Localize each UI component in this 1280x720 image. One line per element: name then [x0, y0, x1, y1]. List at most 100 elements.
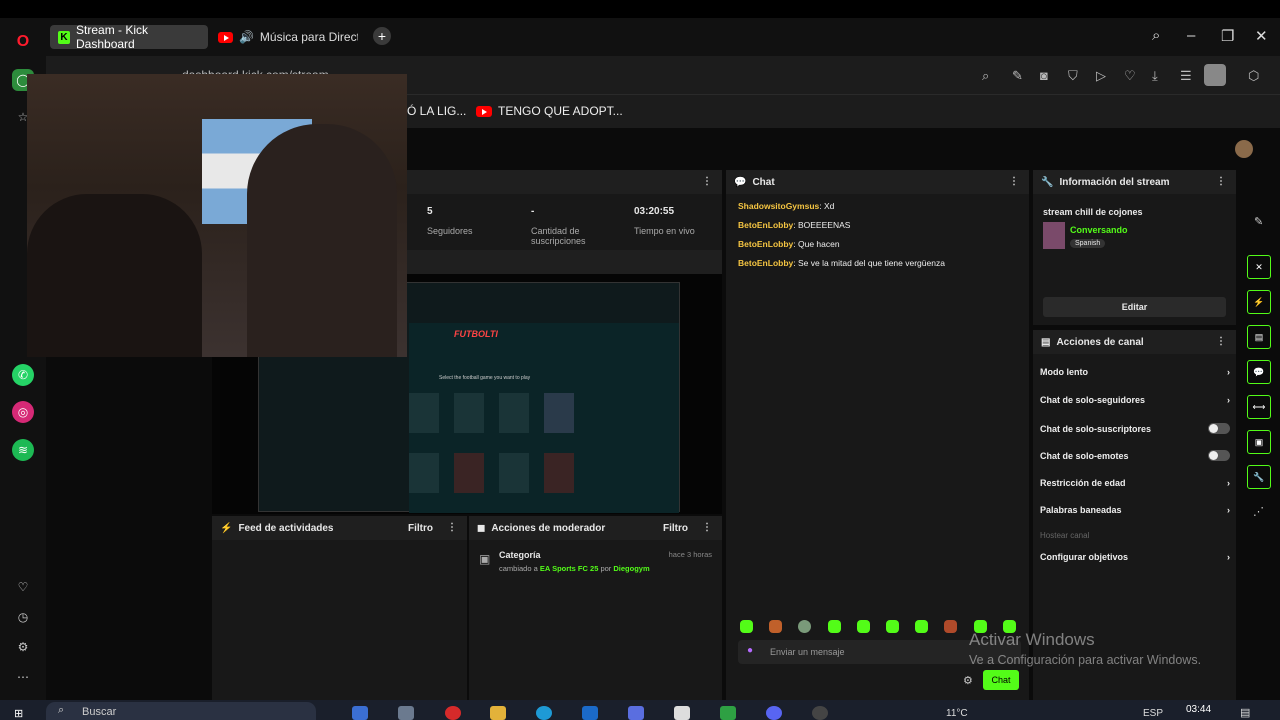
more-icon[interactable]: ⋯ [12, 666, 34, 688]
live-time-label: Tiempo en vivo [634, 226, 695, 236]
bolt-icon: ⚡ [220, 522, 233, 534]
close-button[interactable]: ✕ [1255, 27, 1268, 45]
wrench-icon: 🔧 [1041, 176, 1054, 188]
game-prompt: Select the football game you want to pla… [439, 375, 531, 381]
more-options-icon[interactable]: ⋮ [702, 522, 712, 533]
emote-icon[interactable] [944, 620, 957, 633]
user-avatar[interactable] [1235, 140, 1253, 158]
download-icon[interactable]: ⤓ [1152, 68, 1158, 84]
rail-button[interactable]: ▣ [1247, 430, 1271, 454]
filter-button[interactable]: Filtro [408, 523, 433, 534]
chevron-right-icon: › [1227, 367, 1230, 377]
clock[interactable]: 03:44 [1186, 704, 1211, 715]
rail-button[interactable]: ⚡ [1247, 290, 1271, 314]
banned-words-row[interactable]: Palabras baneadas › [1040, 505, 1230, 515]
opera-logo-icon[interactable]: O [12, 31, 34, 53]
pencil-icon[interactable]: ✎ [1254, 215, 1263, 228]
emote-icon[interactable] [798, 620, 811, 633]
emote-icon[interactable] [857, 620, 870, 633]
tab-youtube-music[interactable]: 🔊Música para Directo S [210, 25, 366, 49]
taskbar-app-icon[interactable] [398, 706, 414, 720]
play-card[interactable] [499, 453, 529, 493]
age-restriction-row[interactable]: Restricción de edad › [1040, 478, 1230, 488]
rail-button[interactable]: 💬 [1247, 360, 1271, 384]
cube-icon[interactable]: ⬡ [1248, 68, 1259, 84]
taskbar-app-icon[interactable] [812, 706, 828, 720]
opera-taskbar-icon[interactable] [445, 706, 461, 720]
emote-icon[interactable] [886, 620, 899, 633]
file-explorer-icon[interactable] [490, 706, 506, 720]
emote-icon[interactable] [740, 620, 753, 633]
minimize-button[interactable]: – [1187, 27, 1195, 44]
profile-avatar[interactable] [1204, 64, 1226, 86]
emote-icon[interactable] [769, 620, 782, 633]
stream-title: stream chill de cojones [1043, 207, 1143, 217]
menu-icon[interactable]: ☰ [1180, 68, 1192, 84]
edit-icon[interactable]: ✎ [1012, 68, 1023, 84]
filter-button[interactable]: Filtro [663, 523, 688, 534]
more-options-icon[interactable]: ⋮ [1216, 336, 1226, 347]
subs-only-toggle[interactable] [1208, 423, 1230, 434]
play-icon[interactable]: ▷ [1096, 68, 1106, 84]
instagram-icon[interactable]: ◎ [12, 401, 34, 423]
rail-button[interactable]: ▤ [1247, 325, 1271, 349]
windows-start-icon[interactable]: ⊞ [14, 707, 23, 720]
notifications-icon[interactable]: ▤ [1240, 706, 1250, 719]
taskbar-app-icon[interactable] [628, 706, 644, 720]
emote-icon[interactable] [828, 620, 841, 633]
more-options-icon[interactable]: ⋮ [447, 522, 457, 533]
chat-bubble-icon: 💬 [734, 176, 747, 188]
emotes-only-toggle[interactable] [1208, 450, 1230, 461]
slow-mode-row[interactable]: Modo lento › [1040, 367, 1230, 377]
heart-icon[interactable]: ♡ [12, 576, 34, 598]
mic-icon: ● [747, 645, 754, 656]
xbox-icon[interactable] [720, 706, 736, 720]
play-card[interactable] [454, 453, 484, 493]
category-name[interactable]: Conversando [1070, 225, 1128, 235]
gavel-icon: ◼ [477, 522, 486, 534]
search-icon[interactable]: ⌕ [1152, 27, 1160, 44]
taskbar-search[interactable]: ⌕ Buscar [46, 702, 316, 720]
play-card[interactable] [454, 393, 484, 433]
play-card[interactable] [544, 393, 574, 433]
whatsapp-icon[interactable]: ✆ [12, 364, 34, 386]
emote-icon[interactable] [915, 620, 928, 633]
new-tab-button[interactable]: + [373, 27, 391, 45]
taskbar-app-icon[interactable] [352, 706, 368, 720]
configure-goals-row[interactable]: Configurar objetivos › [1040, 552, 1230, 562]
outlook-icon[interactable] [582, 706, 598, 720]
edge-icon[interactable] [536, 706, 552, 720]
bookmark-item[interactable]: TENGO QUE ADOPT... [476, 104, 623, 118]
heart-outline-icon[interactable]: ♡ [1124, 68, 1136, 84]
play-card[interactable] [409, 393, 439, 433]
play-card[interactable] [544, 453, 574, 493]
language-indicator[interactable]: ESP [1143, 708, 1163, 719]
rail-button[interactable]: 🔧 [1247, 465, 1271, 489]
restore-button[interactable]: ❐ [1221, 27, 1234, 45]
share-icon[interactable]: ⋰ [1253, 505, 1264, 518]
chat-send-button[interactable]: Chat [983, 670, 1019, 690]
shield-icon[interactable]: ⛉ [1068, 68, 1078, 84]
more-options-icon[interactable]: ⋮ [1009, 176, 1019, 187]
taskbar-app-icon[interactable] [674, 706, 690, 720]
temperature[interactable]: 11°C [946, 708, 968, 719]
play-card[interactable] [499, 393, 529, 433]
history-icon[interactable]: ◷ [12, 606, 34, 628]
more-options-icon[interactable]: ⋮ [1216, 176, 1226, 187]
edit-button[interactable]: Editar [1043, 297, 1226, 317]
tab-kick-dashboard[interactable]: K Stream - Kick Dashboard [50, 23, 208, 51]
spotify-icon[interactable]: ≋ [12, 439, 34, 461]
rail-button[interactable]: ✕ [1247, 255, 1271, 279]
rail-button[interactable]: ⟷ [1247, 395, 1271, 419]
more-options-icon[interactable]: ⋮ [702, 176, 712, 187]
camera-icon[interactable]: ◙ [1040, 68, 1048, 83]
settings-gear-icon[interactable]: ⚙ [12, 636, 34, 658]
zoom-icon[interactable]: ⌕ [982, 68, 989, 84]
discord-icon[interactable] [766, 706, 782, 720]
play-card[interactable] [409, 453, 439, 493]
person-right [247, 124, 397, 357]
activity-feed-panel: ⚡ Feed de actividades Filtro ⋮ [212, 516, 467, 700]
chat-settings-icon[interactable]: ⚙ [963, 674, 973, 687]
bookmark-item[interactable]: Ó LA LIG... [407, 104, 466, 118]
followers-only-row[interactable]: Chat de solo-seguidores › [1040, 395, 1230, 405]
